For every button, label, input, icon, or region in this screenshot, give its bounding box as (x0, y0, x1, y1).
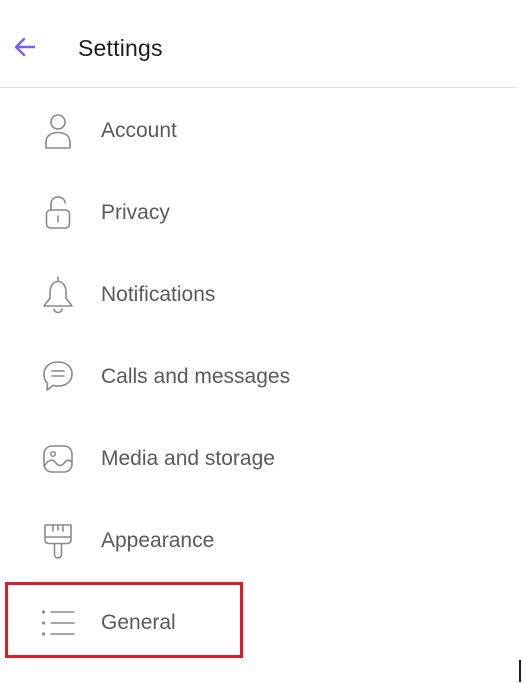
menu-item-label: Privacy (101, 201, 170, 224)
arrow-left-icon (14, 37, 36, 57)
person-icon (38, 111, 78, 151)
menu-item-calls-and-messages[interactable]: Calls and messages (0, 335, 420, 417)
menu-item-label: Account (101, 119, 177, 142)
menu-item-media-and-storage[interactable]: Media and storage (0, 417, 420, 499)
bell-icon (38, 275, 78, 315)
text-cursor (519, 660, 521, 682)
menu-item-label: General (101, 611, 176, 634)
app-header: Settings (0, 0, 517, 88)
menu-item-privacy[interactable]: Privacy (0, 171, 420, 253)
lock-icon (38, 193, 78, 233)
menu-item-label: Media and storage (101, 447, 275, 470)
menu-item-appearance[interactable]: Appearance (0, 499, 420, 581)
chat-bubble-icon (38, 357, 78, 397)
paint-brush-icon (38, 521, 78, 561)
menu-item-account[interactable]: Account (0, 89, 420, 171)
page-title: Settings (78, 35, 163, 61)
list-icon (38, 603, 78, 643)
back-button[interactable] (12, 34, 38, 60)
menu-item-label: Notifications (101, 283, 216, 306)
menu-item-notifications[interactable]: Notifications (0, 253, 420, 335)
menu-item-label: Appearance (101, 529, 215, 552)
menu-item-general[interactable]: General (0, 581, 420, 663)
menu-item-label: Calls and messages (101, 365, 291, 388)
image-icon (38, 439, 78, 479)
